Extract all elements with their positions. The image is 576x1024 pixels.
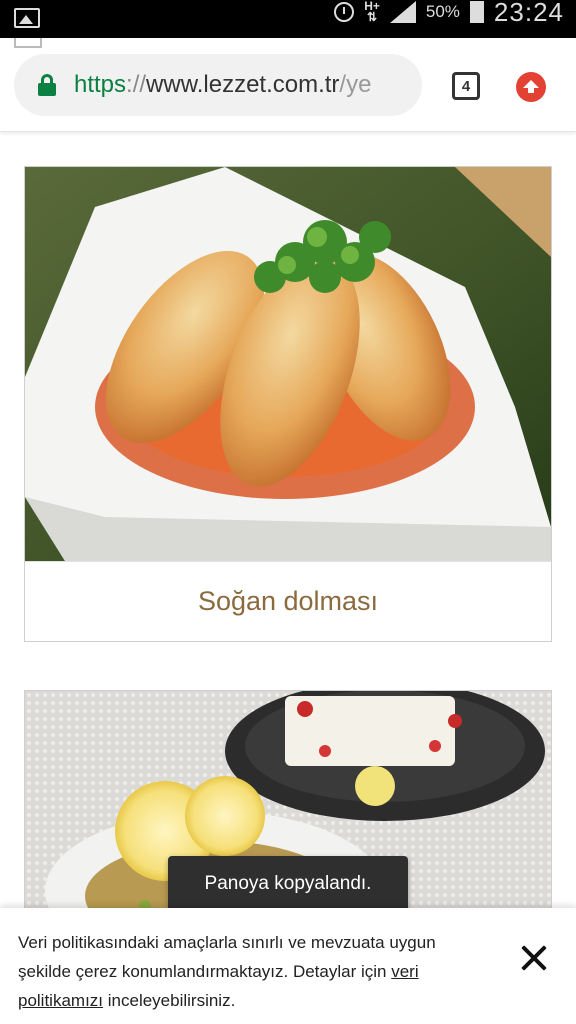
stuffed-onion-dish-image: [25, 167, 551, 561]
status-bar: H+ ⇅ 50% 23:24: [0, 0, 576, 38]
address-bar[interactable]: https://www.lezzet.com.tr/ye: [14, 54, 422, 116]
cookie-text-before: Veri politikasındaki amaçlarla sınırlı v…: [18, 933, 436, 981]
url-text[interactable]: https://www.lezzet.com.tr/ye: [74, 71, 371, 99]
close-icon[interactable]: [516, 940, 552, 976]
browser-toolbar: https://www.lezzet.com.tr/ye 4: [0, 38, 576, 132]
recipe-title[interactable]: Soğan dolması: [25, 561, 551, 641]
lock-icon: [38, 74, 56, 96]
ghost-notification: [14, 38, 414, 48]
recipe-card[interactable]: Soğan dolması: [24, 166, 552, 642]
toast-message: Panoya kopyalandı.: [168, 856, 408, 912]
url-host: www.lezzet.com.tr: [146, 71, 340, 98]
url-path: /ye: [339, 71, 372, 98]
clock: 23:24: [493, 0, 564, 27]
image-icon: [14, 8, 40, 28]
signal-icon: [389, 1, 416, 23]
battery-percent: 50%: [425, 2, 460, 21]
cookie-banner: Veri politikasındaki amaçlarla sınırlı v…: [0, 908, 576, 1024]
url-scheme: https: [74, 71, 127, 98]
cookie-text: Veri politikasındaki amaçlarla sınırlı v…: [18, 928, 478, 1015]
network-icon: H+ ⇅: [364, 0, 380, 24]
status-icons: H+ ⇅ 50% 23:24: [334, 0, 564, 27]
battery-icon: [469, 1, 484, 23]
tab-switcher-button[interactable]: 4: [452, 72, 480, 100]
update-chrome-button[interactable]: [516, 72, 546, 102]
alarm-icon: [334, 2, 355, 22]
cookie-text-after: inceleyebilirsiniz.: [103, 991, 236, 1010]
network-type: H+: [364, 0, 380, 13]
url-separator: ://: [126, 71, 147, 98]
